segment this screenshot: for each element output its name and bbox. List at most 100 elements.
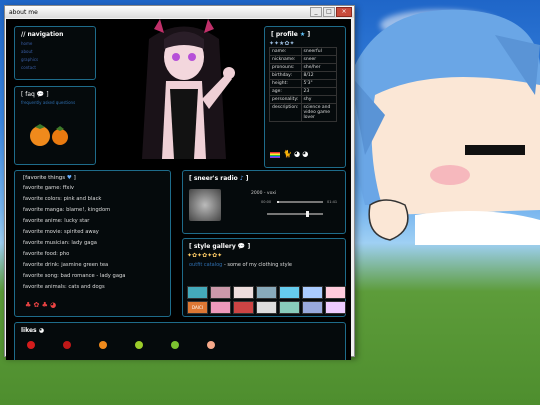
cherry-icon [63, 341, 71, 349]
profile-label: nickname: [269, 55, 302, 64]
favorite-item: favorite anime: lucky star [23, 218, 90, 224]
radio-title-end: ] [245, 175, 249, 182]
profile-value: science and video game lover [300, 103, 338, 122]
minimize-button[interactable]: _ [310, 7, 322, 17]
profile-title: [ profile [271, 31, 298, 38]
profile-label: personality: [269, 95, 302, 104]
progress-fill [277, 201, 280, 203]
favorite-item: favorite song: bad romance - lady gaga [23, 273, 126, 279]
likes-title: likes [21, 327, 37, 334]
lime-icon [135, 341, 143, 349]
gallery-title-end: ] [247, 243, 251, 250]
profile-label: pronouns: [269, 63, 302, 72]
anime-character-wallpaper [350, 9, 540, 245]
volume-knob[interactable] [306, 211, 310, 217]
gallery-thumbnail[interactable] [210, 286, 231, 299]
time-end: 01:41 [327, 200, 338, 204]
profile-value: 5'3" [300, 79, 338, 88]
peach-icon [207, 341, 215, 349]
track-name: 2000 - voxi [251, 191, 277, 196]
profile-label: birthday: [269, 71, 302, 80]
favorite-item: favorite food: pho [23, 251, 70, 257]
gallery-thumbnail[interactable] [187, 286, 208, 299]
speech-bubble-icon: 💬 [237, 243, 246, 250]
faq-link[interactable]: frequently asked questions [21, 100, 81, 105]
gallery-title: [ style gallery [189, 243, 236, 250]
window-titlebar[interactable]: about me [5, 6, 354, 18]
profile-panel: [ profile ★ ] ✦✦★✿✦ name: sneerful nickna… [264, 26, 346, 168]
faq-title: [ faq [21, 91, 35, 98]
favorite-item: favorite drink: jasmine green tea [23, 262, 109, 268]
style-gallery-panel: [ style gallery 💬 ] ✦✿✦✿✦✿✦ outfit catal… [182, 238, 346, 317]
sparkle-stickers: ✦✦★✿✦ [269, 40, 295, 47]
star-icon: ★ [299, 31, 306, 38]
favorite-item: favorite animals: cats and dogs [23, 284, 105, 290]
gallery-thumbnail[interactable] [233, 286, 254, 299]
sparkle-stickers: ✦✿✦✿✦✿✦ [187, 252, 223, 259]
gallery-thumbnail[interactable] [325, 286, 346, 299]
favorite-item: favorite musician: lady gaga [23, 240, 97, 246]
apple-icon [171, 341, 179, 349]
page-content: // navigation home about graphics contac… [6, 19, 351, 360]
album-cover [189, 189, 221, 221]
nav-link-contact[interactable]: contact [21, 65, 95, 70]
gallery-caption: - some of my clothing style [222, 262, 293, 268]
profile-table: name: sneerful nickname: sneer pronouns: sh… [269, 47, 338, 122]
profile-label: name: [269, 47, 302, 56]
gallery-thumbnail[interactable] [256, 286, 277, 299]
progress-slider[interactable] [277, 201, 323, 203]
mini-stickers: ♣ ✿ ♣ ◕ [25, 301, 57, 309]
outfit-catalog-link[interactable]: outfit catalog [189, 262, 222, 268]
profile-label: description: [269, 103, 302, 122]
about-me-window: about me _ □ × // navigation home about … [4, 5, 355, 360]
nav-link-about[interactable]: about [21, 49, 95, 54]
cat-stickers: 🐈 ◕ ◕ [283, 150, 309, 158]
gallery-thumbnail[interactable] [302, 286, 323, 299]
favorite-item: favorite movie: spirited away [23, 229, 99, 235]
nav-link-home[interactable]: home [21, 41, 95, 46]
profile-label: age: [269, 87, 302, 96]
gallery-thumbnail[interactable] [279, 301, 300, 314]
gallery-thumbnail[interactable] [279, 286, 300, 299]
radio-title: [ sneer's radio [189, 175, 238, 182]
profile-label: height: [269, 79, 302, 88]
favorites-panel: [favorite things ♥ ] favorite game: ffxi… [14, 170, 171, 317]
volume-slider[interactable] [267, 211, 323, 217]
navigation-panel: // navigation home about graphics contac… [14, 26, 96, 80]
profile-value: 23 [300, 87, 338, 96]
fruit-icons-row [27, 341, 215, 349]
gallery-thumbnail[interactable] [256, 301, 277, 314]
radio-panel: [ sneer's radio ♪ ] 2000 - voxi 00:00 01… [182, 170, 346, 234]
gallery-thumbnail[interactable] [302, 301, 323, 314]
profile-value: sneer [300, 55, 338, 64]
gallery-thumbnail[interactable] [210, 301, 231, 314]
demon-girl-portrait [142, 19, 235, 159]
heart-icon: ♥ [66, 175, 72, 181]
faq-panel: [ faq 💬 ] frequently asked questions [14, 86, 96, 165]
persimmon-icon [30, 124, 68, 146]
likes-panel: likes ◕ [14, 322, 346, 360]
speech-bubble-icon: 💬 [36, 91, 45, 98]
navigation-title: // navigation [21, 31, 64, 38]
favorites-title-end: ] [73, 175, 76, 181]
pride-flag-icon [270, 152, 280, 158]
window-title: about me [9, 8, 38, 16]
profile-value: sneerful [300, 47, 338, 56]
cat-icon: ◕ [38, 327, 44, 334]
favorite-item: favorite colors: pink and black [23, 196, 102, 202]
gallery-thumbnail[interactable] [325, 301, 346, 314]
gallery-thumbnail[interactable] [233, 301, 254, 314]
profile-value: shy [300, 95, 338, 104]
time-start: 00:00 [261, 200, 272, 204]
gallery-thumbnail[interactable]: DAICI [187, 301, 208, 314]
maximize-button[interactable]: □ [323, 7, 335, 17]
profile-value: she/her [300, 63, 338, 72]
favorite-item: favorite manga: blame!, kingdom [23, 207, 111, 213]
cherry-icon [27, 341, 35, 349]
close-button[interactable]: × [336, 7, 352, 17]
favorite-item: favorite game: ffxiv [23, 185, 74, 191]
music-note-icon: ♪ [239, 175, 244, 182]
profile-value: 8/12 [300, 71, 338, 80]
favorites-title: [favorite things [23, 175, 66, 181]
nav-link-graphics[interactable]: graphics [21, 57, 95, 62]
